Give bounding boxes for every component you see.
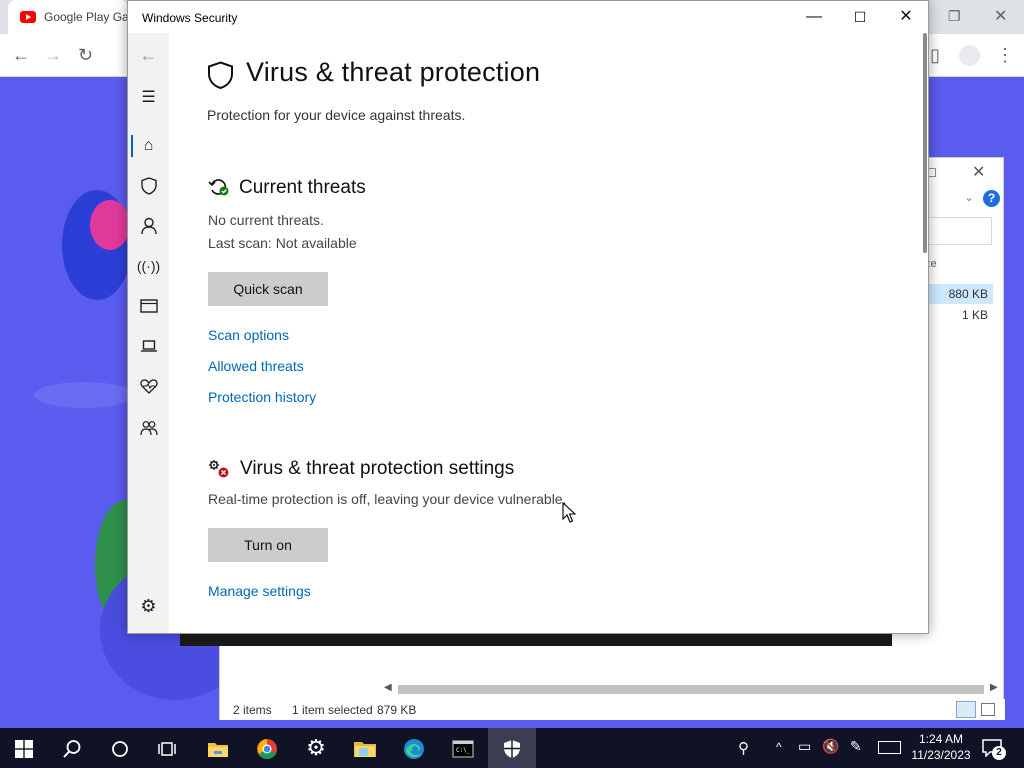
people-icon[interactable]: ⚲ bbox=[738, 739, 749, 757]
health-icon[interactable] bbox=[128, 372, 169, 400]
turn-on-button[interactable]: Turn on bbox=[208, 528, 328, 562]
scrollbar-thumb[interactable] bbox=[398, 685, 984, 694]
protection-history-link[interactable]: Protection history bbox=[208, 389, 316, 405]
status-size: 879 KB bbox=[377, 703, 417, 717]
back-icon[interactable]: ← bbox=[12, 45, 30, 65]
svg-text:C:\_: C:\_ bbox=[456, 747, 471, 754]
clock[interactable]: 1:24 AM 11/23/2023 bbox=[898, 731, 984, 763]
terminal-icon[interactable]: C:\_ bbox=[439, 728, 487, 768]
window-title: Windows Security bbox=[142, 11, 238, 25]
close-button[interactable]: ✕ bbox=[883, 1, 929, 33]
scroll-right-icon[interactable]: ▶ bbox=[990, 682, 998, 693]
browser-tab-title: Google Play Ga bbox=[44, 10, 128, 24]
browser-icon[interactable] bbox=[128, 292, 169, 320]
close-icon[interactable]: ✕ bbox=[972, 162, 985, 182]
file-explorer-icon[interactable] bbox=[194, 728, 242, 768]
menu-icon[interactable]: ⋮ bbox=[996, 45, 1014, 65]
taskbar: ⚙ C:\_ ⚲ ^ ▭ 🔇 ✎ bbox=[0, 728, 1024, 768]
shield-icon bbox=[207, 61, 234, 94]
maximize-button[interactable]: ☐ bbox=[837, 1, 883, 33]
folder-icon[interactable] bbox=[341, 728, 389, 768]
forward-icon[interactable]: → bbox=[44, 45, 62, 65]
page-title: Virus & threat protection bbox=[246, 57, 541, 87]
clock-time: 1:24 AM bbox=[918, 732, 964, 746]
status-item-count: 2 items bbox=[233, 703, 272, 717]
settings-warning-icon bbox=[208, 459, 230, 484]
status-selected: 1 item selected bbox=[292, 703, 373, 717]
minimize-button[interactable]: — bbox=[791, 1, 837, 33]
youtube-icon bbox=[20, 11, 36, 23]
vertical-scrollbar[interactable] bbox=[923, 33, 927, 253]
volume-muted-icon[interactable]: 🔇 bbox=[822, 738, 839, 755]
threats-status: No current threats. bbox=[208, 212, 324, 228]
page-subtitle: Protection for your device against threa… bbox=[207, 107, 466, 123]
family-icon[interactable] bbox=[128, 414, 169, 442]
current-threats-icon bbox=[208, 177, 230, 202]
settings-icon[interactable]: ⚙ bbox=[292, 728, 340, 768]
pen-icon[interactable]: ✎ bbox=[850, 738, 862, 755]
chevron-up-icon[interactable]: ^ bbox=[776, 740, 782, 754]
chrome-icon[interactable] bbox=[243, 728, 291, 768]
task-view-icon[interactable] bbox=[144, 728, 192, 768]
last-scan-status: Last scan: Not available bbox=[208, 235, 357, 251]
notification-badge: 2 bbox=[992, 746, 1006, 760]
status-bar: 2 items 1 item selected 879 KB bbox=[220, 699, 1005, 720]
device-icon[interactable] bbox=[128, 332, 169, 360]
windows-security-window: Windows Security — ☐ ✕ ← ☰ ⌂ ((·)) ⚙ Vir… bbox=[127, 0, 929, 634]
search-icon[interactable] bbox=[48, 728, 96, 768]
search-input[interactable] bbox=[928, 217, 992, 245]
navigation-rail: ← ☰ ⌂ ((·)) ⚙ bbox=[128, 33, 169, 633]
shield-icon[interactable] bbox=[128, 172, 169, 200]
scroll-left-icon[interactable]: ◀ bbox=[384, 682, 392, 693]
start-icon[interactable] bbox=[0, 728, 48, 768]
clock-date: 11/23/2023 bbox=[911, 748, 971, 762]
current-threats-heading: Current threats bbox=[239, 177, 366, 198]
reload-icon[interactable]: ↻ bbox=[78, 45, 93, 65]
windows-security-icon[interactable] bbox=[488, 728, 536, 768]
quick-scan-button[interactable]: Quick scan bbox=[208, 272, 328, 306]
cortana-icon[interactable] bbox=[96, 728, 144, 768]
wallpaper-shape bbox=[90, 200, 130, 250]
realtime-warning-text: Real-time protection is off, leaving you… bbox=[208, 491, 567, 507]
restore-icon[interactable]: ❐ bbox=[948, 8, 961, 25]
sidebar-icon[interactable]: ▯ bbox=[930, 45, 940, 65]
settings-icon[interactable]: ⚙ bbox=[128, 592, 169, 620]
file-size: 1 KB bbox=[961, 308, 988, 322]
mouse-cursor-icon bbox=[562, 501, 577, 529]
file-size: 880 KB bbox=[948, 287, 988, 301]
help-icon[interactable]: ? bbox=[983, 190, 1000, 207]
chevron-down-icon[interactable]: ⌄ bbox=[964, 190, 974, 204]
network-icon[interactable]: ▭ bbox=[798, 738, 811, 755]
menu-icon[interactable]: ☰ bbox=[128, 84, 169, 112]
account-icon[interactable] bbox=[128, 212, 169, 240]
details-view-icon[interactable] bbox=[956, 701, 976, 718]
back-icon[interactable]: ← bbox=[128, 41, 169, 69]
background-window-edge bbox=[180, 634, 892, 646]
allowed-threats-link[interactable]: Allowed threats bbox=[208, 358, 304, 374]
profile-icon[interactable] bbox=[959, 45, 980, 66]
wifi-icon[interactable]: ((·)) bbox=[128, 252, 169, 280]
wallpaper-shape bbox=[34, 382, 134, 408]
scan-options-link[interactable]: Scan options bbox=[208, 327, 289, 343]
home-icon[interactable]: ⌂ bbox=[128, 132, 169, 160]
edge-icon[interactable] bbox=[390, 728, 438, 768]
close-icon[interactable]: ✕ bbox=[994, 6, 1007, 26]
protection-settings-heading: Virus & threat protection settings bbox=[240, 458, 515, 479]
large-icons-view-icon[interactable] bbox=[981, 703, 995, 716]
manage-settings-link[interactable]: Manage settings bbox=[208, 583, 311, 599]
